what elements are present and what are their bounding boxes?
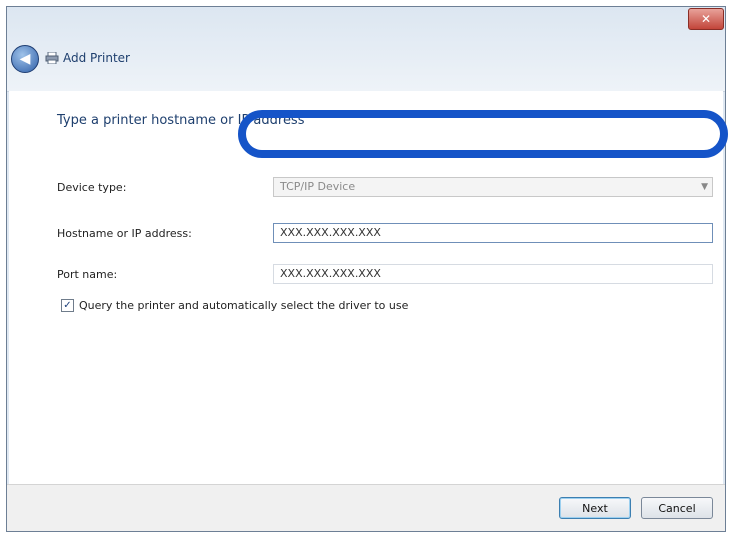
close-button[interactable]: ✕ bbox=[688, 8, 724, 30]
query-printer-label: Query the printer and automatically sele… bbox=[79, 299, 409, 312]
port-name-input[interactable]: XXX.XXX.XXX.XXX bbox=[273, 264, 713, 284]
device-type-value: TCP/IP Device bbox=[280, 180, 356, 193]
port-name-label: Port name: bbox=[57, 268, 118, 281]
add-printer-dialog: ✕ ◀ Add Printer Type a printer hostname … bbox=[6, 6, 726, 532]
highlight-ring bbox=[238, 110, 728, 158]
device-type-label: Device type: bbox=[57, 181, 127, 194]
printer-icon bbox=[45, 52, 59, 64]
dialog-footer: Next Cancel bbox=[7, 484, 725, 531]
wizard-title-area: Add Printer bbox=[45, 51, 130, 65]
chevron-down-icon: ▼ bbox=[701, 182, 708, 192]
next-button[interactable]: Next bbox=[559, 497, 631, 519]
cancel-button[interactable]: Cancel bbox=[641, 497, 713, 519]
dialog-header: ✕ ◀ Add Printer bbox=[7, 7, 725, 92]
hostname-input[interactable]: XXX.XXX.XXX.XXX bbox=[273, 223, 713, 243]
query-printer-option[interactable]: ✓ Query the printer and automatically se… bbox=[61, 299, 408, 312]
wizard-title: Add Printer bbox=[63, 51, 130, 65]
query-printer-checkbox[interactable]: ✓ bbox=[61, 299, 74, 312]
back-button[interactable]: ◀ bbox=[11, 45, 39, 73]
hostname-label: Hostname or IP address: bbox=[57, 227, 192, 240]
device-type-dropdown: TCP/IP Device ▼ bbox=[273, 177, 713, 197]
